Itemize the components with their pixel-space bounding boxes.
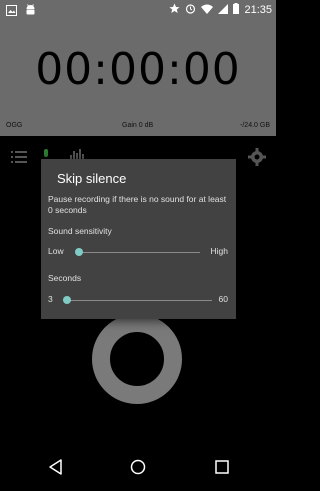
recents-icon[interactable] — [213, 458, 231, 476]
dialog-title: Skip silence — [57, 171, 127, 186]
sensitivity-slider-thumb[interactable] — [75, 248, 83, 256]
seconds-slider[interactable] — [64, 300, 212, 301]
dialog-message: Pause recording if there is no sound for… — [48, 194, 227, 215]
record-button[interactable] — [90, 312, 184, 406]
recorder-info-row: OGG Gain 0 dB -/24.0 GB — [6, 122, 270, 134]
battery-icon — [233, 1, 240, 19]
seconds-slider-row: 3 60 — [48, 293, 228, 307]
recorder-panel: 00:00:00 OGG Gain 0 dB -/24.0 GB — [0, 18, 276, 136]
storage-label: -/24.0 GB — [240, 122, 270, 129]
seconds-slider-thumb[interactable] — [63, 296, 71, 304]
wifi-icon — [201, 1, 214, 19]
skip-silence-dialog: Skip silence Pause recording if there is… — [41, 159, 236, 319]
sensitivity-slider-row: Low High — [48, 245, 228, 259]
home-icon[interactable] — [129, 458, 147, 476]
status-time: 21:35 — [244, 4, 272, 16]
back-icon[interactable] — [47, 458, 65, 476]
sensitivity-min-label: Low — [48, 246, 64, 256]
recording-timer: 00:00:00 — [35, 44, 241, 95]
signal-icon — [218, 1, 229, 19]
list-icon[interactable] — [11, 150, 27, 168]
seconds-label: Seconds — [48, 273, 82, 283]
settings-icon[interactable] — [248, 148, 266, 171]
alarm-icon — [185, 1, 196, 19]
status-bar: 21:35 — [0, 0, 276, 18]
gain-label: Gain 0 dB — [122, 122, 154, 129]
sensitivity-label: Sound sensitivity — [48, 226, 112, 236]
seconds-max-label: 60 — [218, 294, 228, 304]
sensitivity-max-label: High — [210, 246, 228, 256]
format-label: OGG — [6, 122, 23, 129]
seconds-min-label: 3 — [48, 294, 53, 304]
sensitivity-slider[interactable] — [76, 252, 200, 253]
nav-bar — [0, 442, 276, 491]
star-icon — [169, 1, 180, 19]
